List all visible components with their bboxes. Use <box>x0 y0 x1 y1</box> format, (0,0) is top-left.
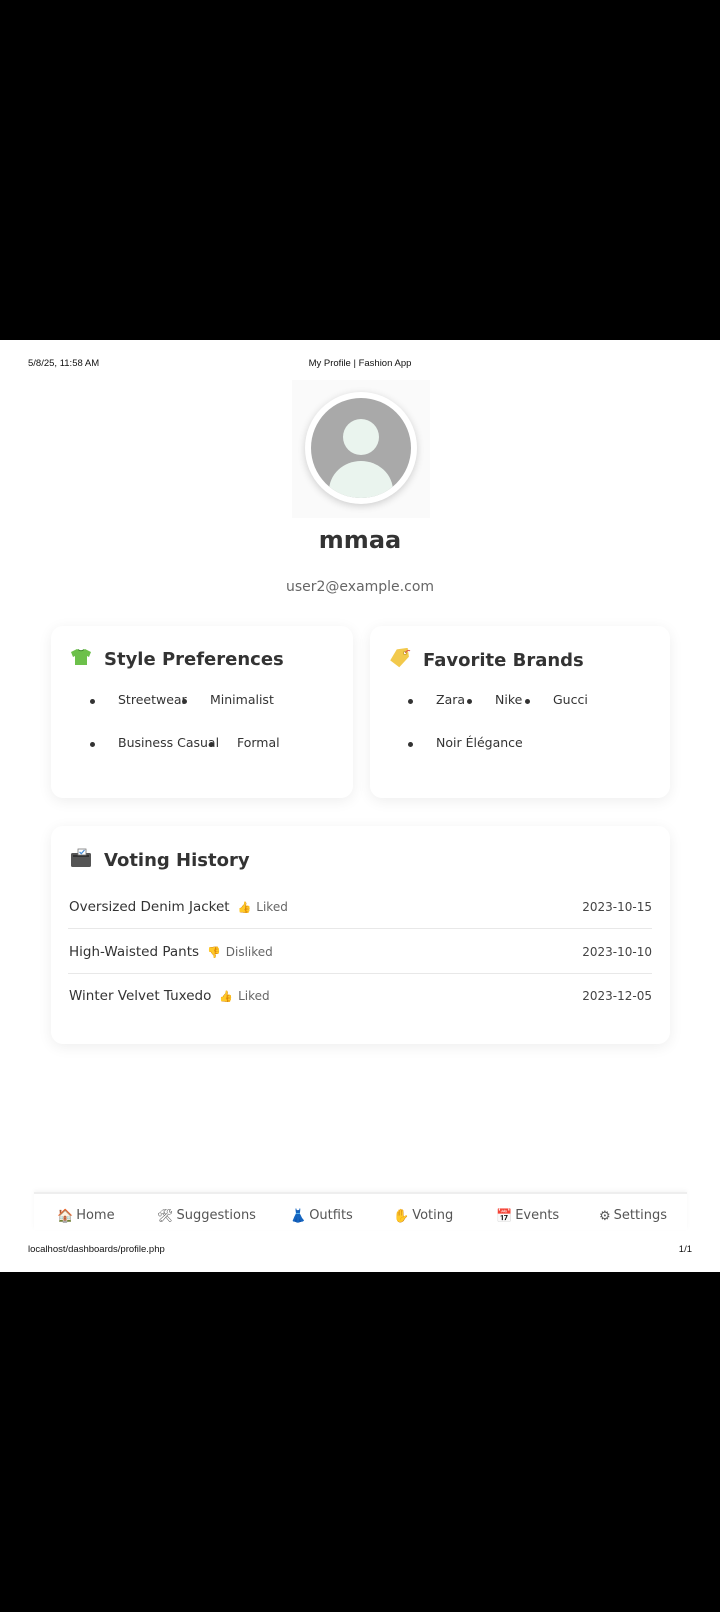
thumbs-down-icon: 👎 <box>207 946 221 959</box>
vote-date: 2023-10-10 <box>582 945 652 959</box>
print-document-title: My Profile | Fashion App <box>308 358 412 369</box>
tshirt-icon <box>70 648 96 671</box>
thumbs-up-icon: 👍 <box>237 901 252 914</box>
style-tag: Business Casual <box>89 735 220 750</box>
hand-icon: ✋ <box>393 1209 410 1224</box>
nav-item-events[interactable]: 📅 Events <box>496 1208 559 1224</box>
vote-entry: High-Waisted Pants 👎 Disliked 2023-10-10 <box>68 929 652 974</box>
nav-item-settings[interactable]: ⚙ Settings <box>599 1208 667 1224</box>
voted-item: Oversized Denim Jacket <box>69 899 230 915</box>
favorite-brands-title: Favorite Brands <box>423 650 584 671</box>
profile-email: user2@example.com <box>285 579 435 595</box>
nav-item-label: Voting <box>412 1208 454 1223</box>
bottom-nav: 🏠 Home 🛠 Suggestions 👗 Outfits ✋ Voting 📅 Eve… <box>34 1192 687 1230</box>
print-header: 5/8/25, 11:58 AM My Profile | Fashion Ap… <box>28 358 692 372</box>
print-url: localhost/dashboards/profile.php <box>28 1244 165 1255</box>
vote-entry-name: Winter Velvet Tuxedo 👍 Liked <box>69 988 270 1004</box>
brand-tag: Noir Élégance <box>408 735 523 750</box>
nav-item-label: Suggestions <box>176 1208 256 1223</box>
style-tags: Streetwear Minimalist Business Casual Fo… <box>89 692 343 778</box>
style-preferences-card: Style Preferences Streetwear Minimalist … <box>51 626 353 798</box>
nav-item-label: Events <box>515 1208 560 1223</box>
vote-entry-name: Oversized Denim Jacket 👍 Liked <box>69 899 288 915</box>
card-heading: Style Preferences <box>70 648 284 672</box>
house-icon: 🏠 <box>57 1209 74 1224</box>
brand-tag: Gucci <box>525 692 588 707</box>
print-page-number: 1/1 <box>678 1244 692 1255</box>
calendar-icon: 📅 <box>496 1209 513 1224</box>
voting-history-card: Voting History Oversized Denim Jacket 👍 Li… <box>51 826 670 1044</box>
vote-entry: Winter Velvet Tuxedo 👍 Liked 2023-12-05 <box>68 973 652 1017</box>
tools-icon: 🛠 <box>157 1209 174 1224</box>
ballot-box-icon <box>70 848 96 873</box>
profile-username: mmaa <box>318 526 402 554</box>
vote-entry: Oversized Denim Jacket 👍 Liked 2023-10-15 <box>68 884 652 929</box>
voted-item: Winter Velvet Tuxedo <box>69 988 212 1004</box>
nav-item-suggestions[interactable]: 🛠 Suggestions <box>157 1208 256 1224</box>
vote-entry-name: High-Waisted Pants 👎 Disliked <box>69 944 273 960</box>
thumbs-up-icon: 👍 <box>219 990 234 1003</box>
nav-item-outfits[interactable]: 👗 Outfits <box>290 1208 353 1224</box>
nav-item-label: Home <box>76 1208 115 1223</box>
user-avatar-icon <box>311 398 411 498</box>
brand-tag: Nike <box>466 692 523 707</box>
card-heading: Voting History <box>70 848 250 872</box>
avatar <box>292 380 430 518</box>
vote-date: 2023-12-05 <box>582 989 652 1003</box>
nav-item-label: Settings <box>613 1208 667 1223</box>
vote-status: 👍 Liked <box>238 900 288 914</box>
voting-history-title: Voting History <box>104 850 250 871</box>
vote-date: 2023-10-15 <box>582 900 652 914</box>
style-tag: Formal <box>209 735 280 750</box>
vote-status: 👍 Liked <box>219 989 269 1003</box>
vote-status-label: Disliked <box>225 945 273 959</box>
vote-status-label: Liked <box>256 900 288 914</box>
print-footer: localhost/dashboards/profile.php 1/1 <box>28 1244 692 1258</box>
favorite-brands-card: Favorite Brands Zara Nike Gucci Noir Élé… <box>370 626 670 798</box>
printed-page: 5/8/25, 11:58 AM My Profile | Fashion Ap… <box>0 340 720 1272</box>
vote-status-label: Liked <box>238 989 270 1003</box>
brand-tags: Zara Nike Gucci Noir Élégance <box>407 692 660 778</box>
card-heading: Favorite Brands <box>389 647 584 673</box>
avatar-frame <box>305 392 417 504</box>
style-tag: Minimalist <box>182 692 274 707</box>
dress-icon: 👗 <box>290 1209 307 1224</box>
voted-item: High-Waisted Pants <box>69 944 200 960</box>
style-preferences-title: Style Preferences <box>104 649 284 670</box>
tag-icon <box>389 647 415 673</box>
vote-status: 👎 Disliked <box>207 945 273 959</box>
nav-item-home[interactable]: 🏠 Home <box>57 1208 115 1224</box>
nav-item-label: Outfits <box>309 1208 353 1223</box>
style-tag: Streetwear <box>90 692 187 707</box>
brand-tag: Zara <box>407 692 466 707</box>
nav-item-voting[interactable]: ✋ Voting <box>393 1208 453 1224</box>
gear-icon: ⚙ <box>599 1209 611 1224</box>
